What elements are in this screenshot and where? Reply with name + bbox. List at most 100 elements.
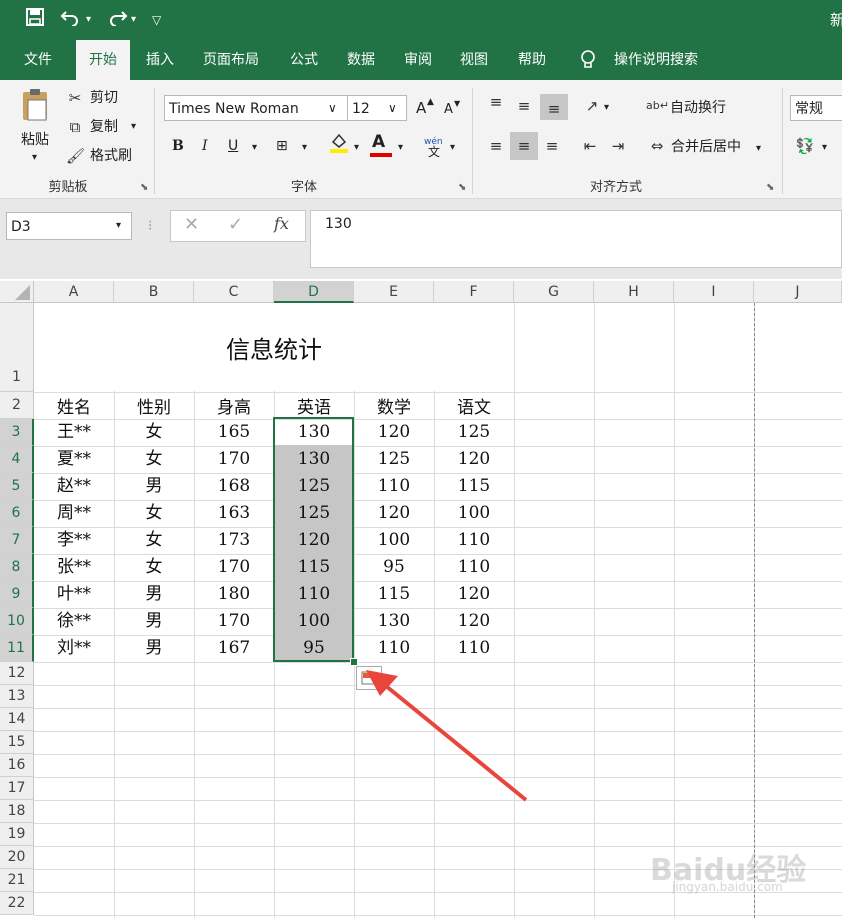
copy-icon[interactable]: ⧉ <box>66 117 84 137</box>
row-header-22[interactable]: 22 <box>0 892 34 915</box>
font-size-dropdown-icon[interactable]: ∨ <box>388 98 397 118</box>
italic-button[interactable]: I <box>202 136 208 156</box>
borders-icon[interactable]: ⊞ <box>276 136 288 156</box>
column-header-g[interactable]: G <box>514 281 594 303</box>
data-cell[interactable]: 100 <box>434 500 514 527</box>
data-cell[interactable]: 170 <box>194 608 274 635</box>
row-header-20[interactable]: 20 <box>0 846 34 869</box>
data-cell[interactable]: 男 <box>114 608 194 635</box>
data-cell[interactable]: 163 <box>194 500 274 527</box>
copy-dropdown-icon[interactable]: ▾ <box>131 117 136 137</box>
data-cell[interactable]: 男 <box>114 635 194 662</box>
row-header-21[interactable]: 21 <box>0 869 34 892</box>
column-header-j[interactable]: J <box>754 281 842 303</box>
data-cell[interactable]: 110 <box>434 527 514 554</box>
column-header-b[interactable]: B <box>114 281 194 303</box>
row-header-12[interactable]: 12 <box>0 662 34 685</box>
column-header-a[interactable]: A <box>34 281 114 303</box>
align-top-icon[interactable]: ≡ <box>484 92 508 112</box>
row-header-15[interactable]: 15 <box>0 731 34 754</box>
data-cell[interactable]: 167 <box>194 635 274 662</box>
copy-button[interactable]: 复制 <box>90 117 118 137</box>
font-launcher-icon[interactable]: ⬊ <box>458 182 466 193</box>
data-cell[interactable]: 女 <box>114 419 194 446</box>
phonetic-dropdown-icon[interactable]: ▾ <box>450 138 455 158</box>
row-header-13[interactable]: 13 <box>0 685 34 708</box>
column-header-f[interactable]: F <box>434 281 514 303</box>
data-cell[interactable]: 张** <box>34 554 114 581</box>
align-center-icon[interactable]: ≡ <box>510 132 538 160</box>
column-header-h[interactable]: H <box>594 281 674 303</box>
tab-formulas[interactable]: 公式 <box>280 40 328 80</box>
underline-button[interactable]: U <box>228 136 238 156</box>
align-right-icon[interactable]: ≡ <box>540 136 564 156</box>
data-cell[interactable]: 120 <box>434 446 514 473</box>
data-cell[interactable]: 男 <box>114 581 194 608</box>
tab-view[interactable]: 视图 <box>450 40 498 80</box>
paste-icon[interactable] <box>20 88 52 121</box>
wrap-text-button[interactable]: 自动换行 <box>670 98 726 118</box>
row-header-14[interactable]: 14 <box>0 708 34 731</box>
data-cell[interactable]: 120 <box>434 608 514 635</box>
column-header-d[interactable]: D <box>274 281 354 303</box>
tell-me-search[interactable]: 操作说明搜索 <box>604 40 708 80</box>
row-header-1[interactable]: 1 <box>0 303 34 392</box>
customize-qat-icon[interactable]: ▽ <box>152 8 161 32</box>
shrink-font-button[interactable]: A <box>444 100 453 120</box>
row-header-7[interactable]: 7 <box>0 527 34 554</box>
bold-button[interactable]: B <box>172 136 184 156</box>
increase-indent-icon[interactable]: ⇥ <box>606 136 630 156</box>
row-header-16[interactable]: 16 <box>0 754 34 777</box>
column-header-c[interactable]: C <box>194 281 274 303</box>
font-color-button[interactable]: A <box>372 132 385 152</box>
row-header-9[interactable]: 9 <box>0 581 34 608</box>
data-cell[interactable]: 王** <box>34 419 114 446</box>
tab-data[interactable]: 数据 <box>337 40 385 80</box>
data-cell[interactable]: 115 <box>434 473 514 500</box>
grow-font-button[interactable]: A <box>416 98 426 118</box>
tab-review[interactable]: 审阅 <box>394 40 442 80</box>
align-bottom-icon[interactable]: ≡ <box>540 94 568 120</box>
row-header-10[interactable]: 10 <box>0 608 34 635</box>
data-cell[interactable]: 120 <box>354 419 434 446</box>
font-color-dropdown-icon[interactable]: ▾ <box>398 138 403 158</box>
data-cell[interactable]: 徐** <box>34 608 114 635</box>
redo-icon[interactable] <box>106 8 128 33</box>
tab-page-layout[interactable]: 页面布局 <box>192 40 270 80</box>
merge-center-button[interactable]: 合并后居中 <box>671 137 741 157</box>
data-cell[interactable]: 女 <box>114 500 194 527</box>
data-cell[interactable]: 180 <box>194 581 274 608</box>
underline-dropdown-icon[interactable]: ▾ <box>252 138 257 158</box>
data-cell[interactable]: 女 <box>114 554 194 581</box>
decrease-indent-icon[interactable]: ⇤ <box>578 136 602 156</box>
orientation-icon[interactable]: ↗ <box>580 96 604 116</box>
header-cell[interactable]: 性别 <box>114 395 194 421</box>
fill-handle[interactable] <box>350 658 358 666</box>
clipboard-launcher-icon[interactable]: ⬊ <box>140 182 148 193</box>
lightbulb-icon[interactable] <box>576 40 600 80</box>
fill-color-icon[interactable] <box>328 132 350 159</box>
row-header-11[interactable]: 11 <box>0 635 34 662</box>
align-left-icon[interactable]: ≡ <box>484 136 508 156</box>
cancel-entry-icon[interactable]: ✕ <box>184 215 199 235</box>
data-cell[interactable]: 110 <box>434 635 514 662</box>
name-box[interactable]: D3 <box>6 212 132 240</box>
data-cell[interactable]: 叶** <box>34 581 114 608</box>
row-header-17[interactable]: 17 <box>0 777 34 800</box>
header-cell[interactable]: 语文 <box>434 395 514 421</box>
number-format-select[interactable]: 常规 <box>790 95 842 121</box>
redo-dropdown-icon[interactable]: ▾ <box>131 8 136 32</box>
header-cell[interactable]: 数学 <box>354 395 434 421</box>
data-cell[interactable]: 女 <box>114 446 194 473</box>
data-cell[interactable]: 170 <box>194 554 274 581</box>
header-cell[interactable]: 姓名 <box>34 395 114 421</box>
align-middle-icon[interactable]: ≡ <box>512 96 536 116</box>
data-cell[interactable]: 女 <box>114 527 194 554</box>
undo-dropdown-icon[interactable]: ▾ <box>86 8 91 32</box>
data-cell[interactable]: 125 <box>354 446 434 473</box>
font-name-select[interactable]: Times New Roman <box>164 95 348 121</box>
header-cell[interactable]: 身高 <box>194 395 274 421</box>
select-all-corner[interactable] <box>0 281 34 303</box>
data-cell[interactable]: 173 <box>194 527 274 554</box>
data-cell[interactable]: 100 <box>354 527 434 554</box>
